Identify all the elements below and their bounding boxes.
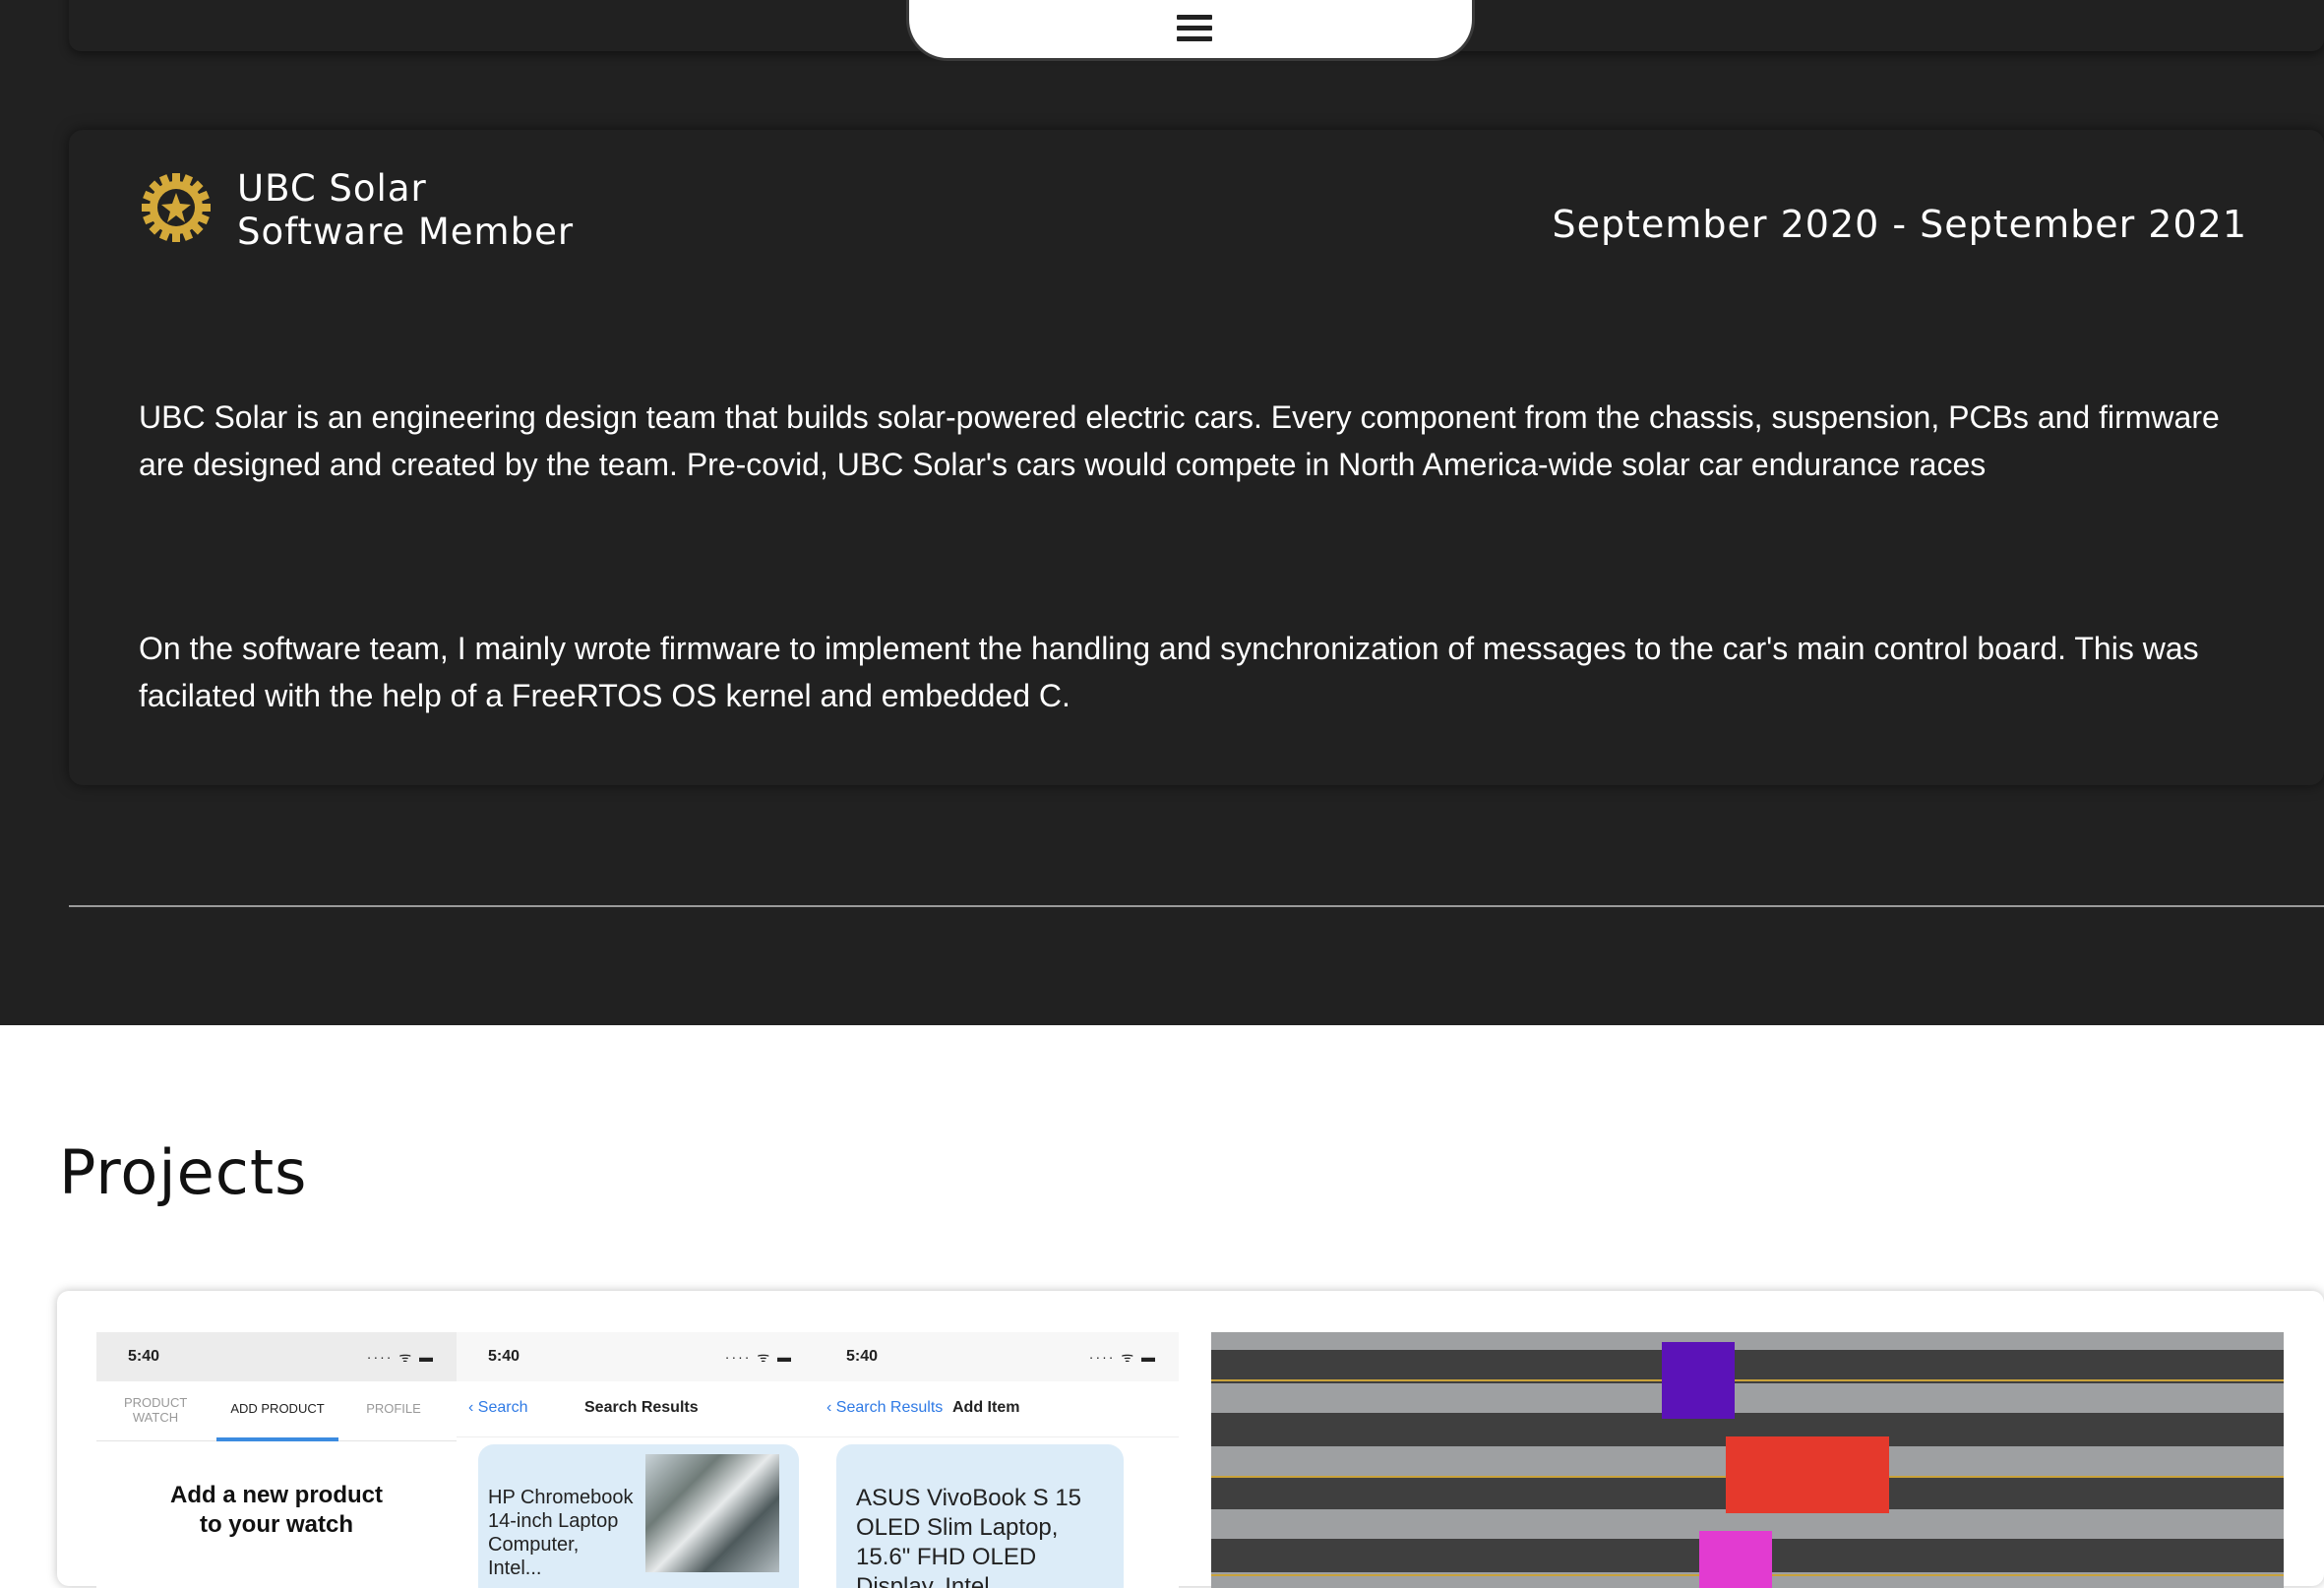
menu-button[interactable] bbox=[906, 0, 1475, 61]
tab-product-watch: PRODUCT WATCH bbox=[124, 1395, 188, 1425]
section-divider bbox=[69, 905, 2324, 907]
status-time: 5:40 bbox=[846, 1348, 879, 1365]
experience-description-1: UBC Solar is an engineering design team … bbox=[139, 399, 2220, 482]
back-button: ‹ Search Results bbox=[826, 1399, 943, 1417]
red-car-block bbox=[1726, 1436, 1889, 1513]
status-time: 5:40 bbox=[488, 1348, 520, 1365]
experience-description-2: On the software team, I mainly wrote fir… bbox=[139, 631, 2199, 713]
nav-title: Search Results bbox=[584, 1399, 699, 1416]
status-bar: 5:40 ···· ᯤ ▬ bbox=[815, 1332, 1179, 1381]
pink-car-block bbox=[1699, 1531, 1772, 1588]
search-result-item: HP Chromebook 14-inch Laptop Computer, I… bbox=[478, 1444, 799, 1588]
nav-bar: ‹ Search Results Add Item bbox=[815, 1381, 1179, 1437]
app-tab-bar: PRODUCT WATCH ADD PRODUCT PROFILE bbox=[96, 1381, 457, 1441]
project-card[interactable]: 5:40 ···· ᯤ ▬ PRODUCT WATCH ADD PRODUCT … bbox=[57, 1291, 2324, 1588]
app-screenshot-add-item: 5:40 ···· ᯤ ▬ ‹ Search Results Add Item … bbox=[815, 1332, 1179, 1588]
role-title: Software Member bbox=[237, 211, 575, 253]
heading-line-2: to your watch bbox=[199, 1511, 353, 1538]
status-bar: 5:40 ···· ᯤ ▬ bbox=[96, 1332, 457, 1381]
status-icons: ···· ᯤ ▬ bbox=[1088, 1349, 1157, 1365]
status-bar: 5:40 ···· ᯤ ▬ bbox=[457, 1332, 815, 1381]
item-details: ASUS VivoBook S 15 OLED Slim Laptop, 15.… bbox=[836, 1444, 1124, 1588]
app-screenshot-search-results: 5:40 ···· ᯤ ▬ ‹ Search Search Results HP… bbox=[457, 1332, 815, 1588]
projects-heading: Projects bbox=[59, 1136, 308, 1208]
tab-add-product: ADD PRODUCT bbox=[230, 1401, 325, 1416]
result-title: HP Chromebook 14-inch Laptop Computer, I… bbox=[488, 1487, 634, 1579]
back-label: Search Results bbox=[835, 1399, 944, 1416]
lane-line bbox=[1211, 1379, 2284, 1381]
chevron-left-icon: ‹ bbox=[826, 1399, 836, 1416]
status-icons: ···· ᯤ ▬ bbox=[366, 1349, 435, 1365]
game-screenshot bbox=[1211, 1332, 2284, 1588]
heading-line-1: Add a new product bbox=[170, 1482, 383, 1508]
app-screenshot-add-product: 5:40 ···· ᯤ ▬ PRODUCT WATCH ADD PRODUCT … bbox=[96, 1332, 457, 1588]
item-title: ASUS VivoBook S 15 OLED Slim Laptop, 15.… bbox=[856, 1485, 1082, 1588]
nav-title: Add Item bbox=[952, 1399, 1020, 1416]
chevron-left-icon: ‹ bbox=[468, 1399, 478, 1416]
add-product-heading: Add a new product to your watch bbox=[96, 1481, 457, 1540]
back-label: Search bbox=[477, 1399, 528, 1416]
status-icons: ···· ᯤ ▬ bbox=[724, 1349, 793, 1365]
experience-section: UBC Solar Software Member September 2020… bbox=[0, 0, 2324, 1025]
back-button: ‹ Search bbox=[468, 1399, 527, 1417]
nav-bar: ‹ Search Search Results bbox=[457, 1381, 815, 1437]
product-thumbnail bbox=[645, 1454, 779, 1572]
experience-dates: September 2020 - September 2021 bbox=[1552, 203, 2247, 246]
tab-profile: PROFILE bbox=[366, 1401, 421, 1416]
experience-title: UBC Solar Software Member bbox=[237, 167, 574, 254]
hamburger-menu-icon bbox=[1177, 15, 1212, 47]
organization-name: UBC Solar bbox=[237, 167, 427, 210]
purple-car-block bbox=[1662, 1342, 1735, 1419]
status-time: 5:40 bbox=[128, 1348, 160, 1365]
active-tab-indicator bbox=[216, 1437, 338, 1441]
experience-card: UBC Solar Software Member September 2020… bbox=[69, 130, 2324, 785]
ubc-solar-gear-icon bbox=[140, 171, 213, 244]
